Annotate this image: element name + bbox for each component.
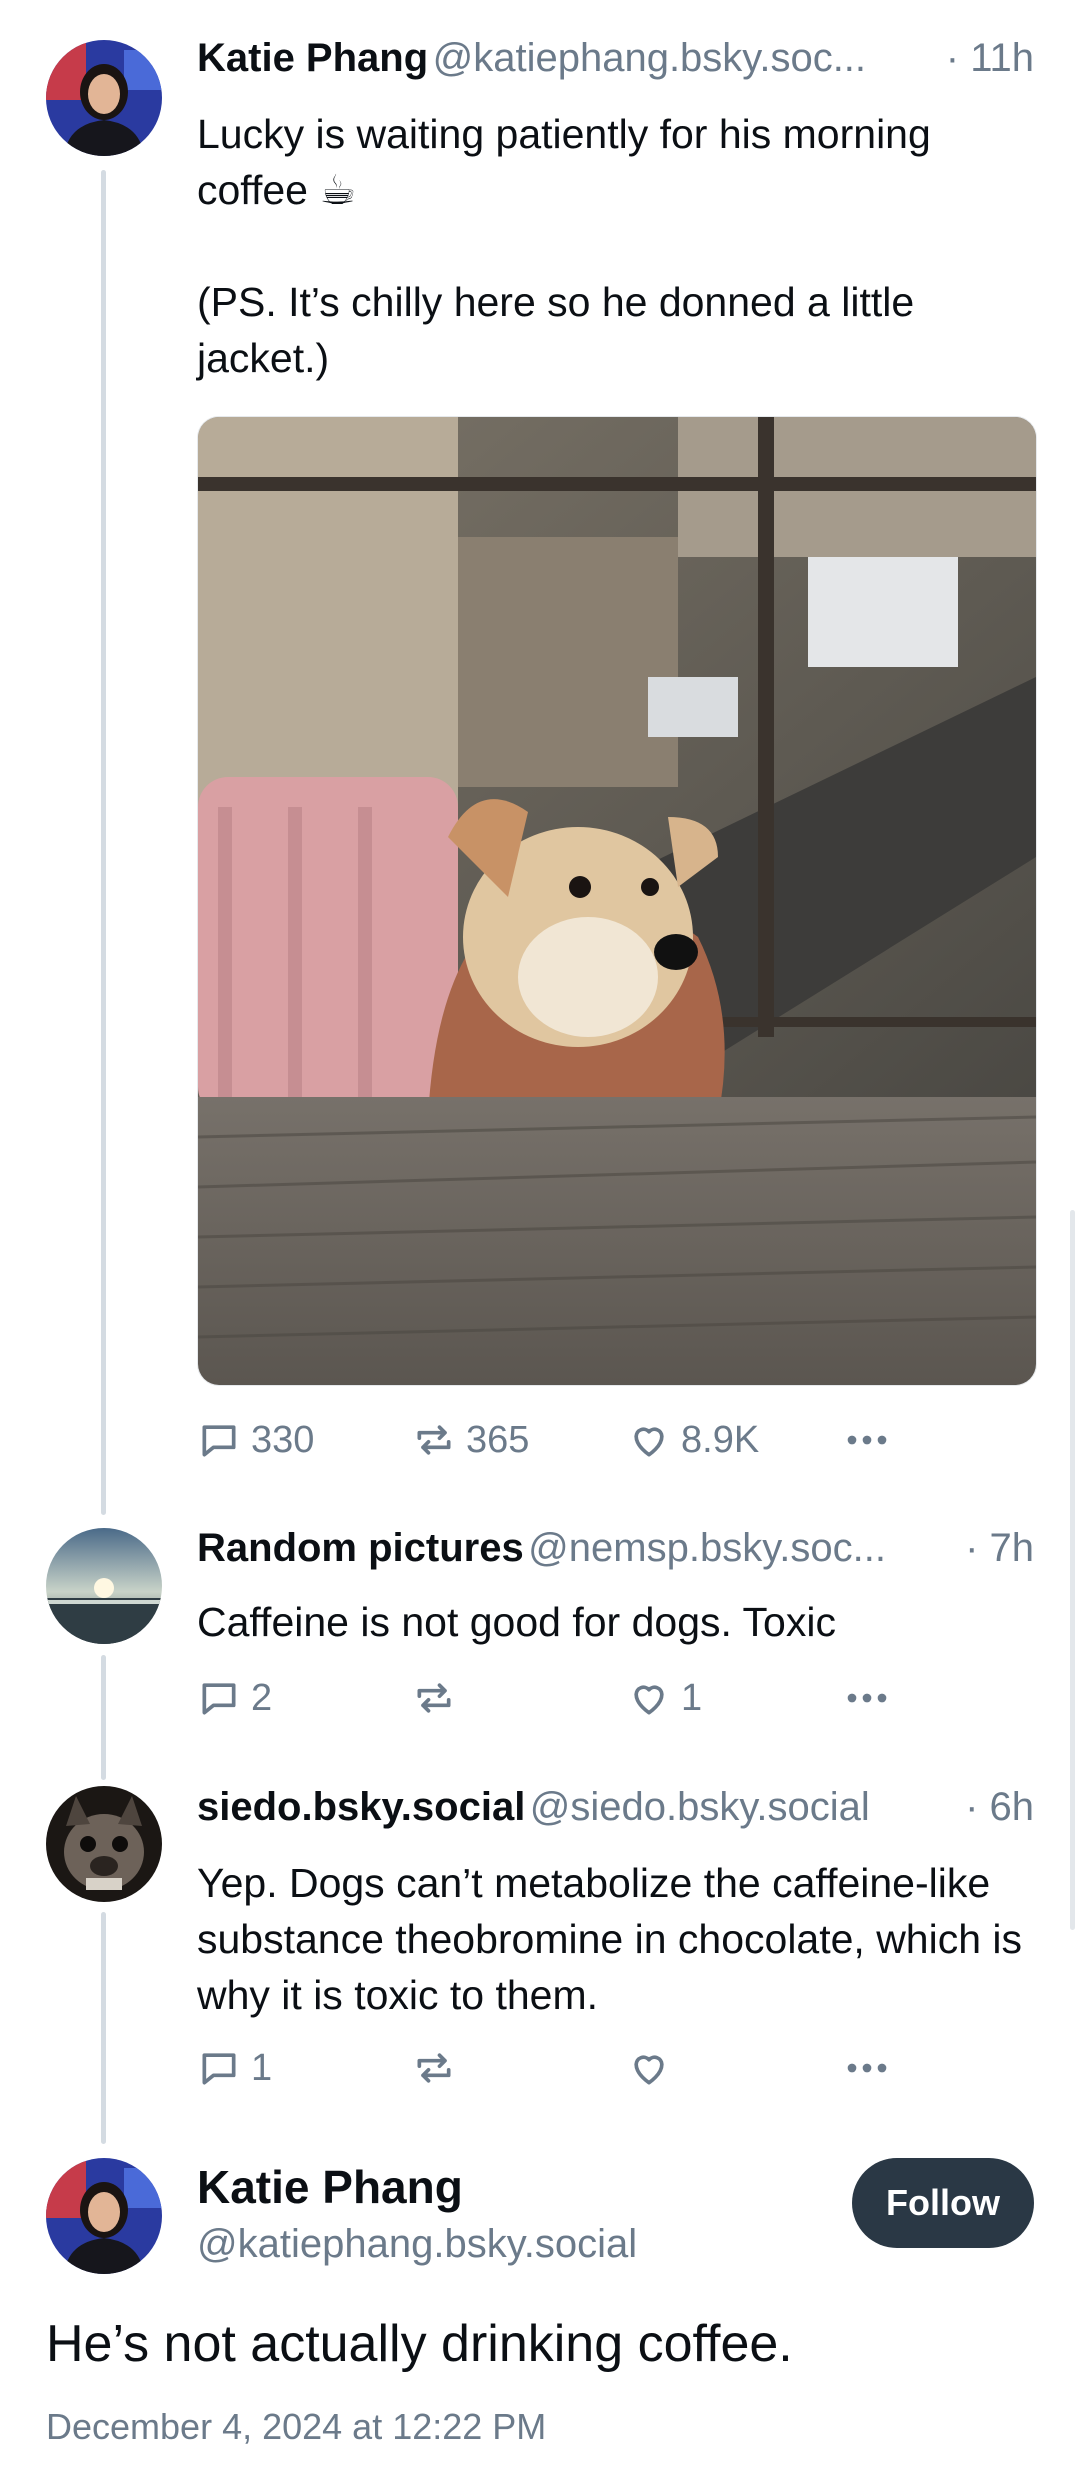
more-icon <box>847 2063 887 2073</box>
more-button[interactable] <box>842 1676 892 1720</box>
reply-button[interactable]: 330 <box>197 1418 412 1462</box>
thread-line <box>101 1912 106 2144</box>
author-name[interactable]: Katie Phang <box>197 36 428 80</box>
post-actions: 2 1 <box>197 1673 892 1723</box>
dog-photo <box>198 417 1036 1385</box>
post-timestamp: December 4, 2024 at 12:22 PM <box>46 2406 547 2447</box>
like-button[interactable]: 1 <box>627 1676 842 1720</box>
like-icon <box>634 2055 664 2085</box>
reply-count: 2 <box>251 1676 273 1719</box>
avatar[interactable] <box>46 1528 162 1644</box>
post-text: He’s not actually drinking coffee. <box>46 2315 793 2373</box>
author-name[interactable]: siedo.bsky.social <box>197 1785 525 1829</box>
repost-icon <box>417 1425 451 1455</box>
author-handle[interactable]: @katiephang.bsky.social <box>197 2222 637 2267</box>
more-button[interactable] <box>842 1418 892 1462</box>
like-count: 1 <box>681 1676 703 1719</box>
post-time[interactable]: · 11h <box>938 36 1034 81</box>
post-time[interactable]: · 7h <box>957 1526 1034 1571</box>
repost-button[interactable] <box>412 1676 627 1720</box>
thread-line <box>101 170 106 1515</box>
more-button[interactable] <box>842 2046 892 2090</box>
post-text: Caffeine is not good for dogs. Toxic <box>197 1599 836 1645</box>
reply-icon <box>202 1425 236 1457</box>
avatar[interactable] <box>46 2158 162 2274</box>
reply-count: 330 <box>251 1418 315 1461</box>
reply-icon <box>202 1683 236 1715</box>
post-image[interactable] <box>197 416 1037 1386</box>
author-handle[interactable]: @siedo.bsky.social <box>530 1785 870 1829</box>
author-name[interactable]: Random pictures <box>197 1526 524 1570</box>
like-icon <box>634 1427 664 1457</box>
repost-icon <box>417 2053 451 2083</box>
post-actions: 1 <box>197 2043 892 2093</box>
reply-button[interactable]: 2 <box>197 1676 412 1720</box>
like-button[interactable] <box>627 2046 842 2090</box>
reply-icon <box>202 2053 236 2085</box>
like-icon <box>634 1685 664 1715</box>
post-header: Katie Phang @katiephang.bsky.soc... · 11… <box>197 36 1034 81</box>
repost-button[interactable]: 365 <box>412 1418 627 1462</box>
post-time[interactable]: · 6h <box>957 1785 1034 1830</box>
follow-button[interactable]: Follow <box>852 2158 1034 2248</box>
post-actions: 330 365 8.9K <box>197 1415 892 1465</box>
more-icon <box>847 1435 887 1445</box>
post-text: (PS. It’s chilly here so he donned a lit… <box>197 279 926 381</box>
repost-icon <box>417 1683 451 1713</box>
like-button[interactable]: 8.9K <box>627 1418 842 1462</box>
repost-button[interactable] <box>412 2046 627 2090</box>
reply-count: 1 <box>251 2046 273 2089</box>
post-header: siedo.bsky.social @siedo.bsky.social · 6… <box>197 1785 1034 1830</box>
thread-line <box>101 1655 106 1780</box>
post-header: Random pictures @nemsp.bsky.soc... · 7h <box>197 1526 1034 1571</box>
like-count: 8.9K <box>681 1418 760 1461</box>
avatar[interactable] <box>46 40 162 156</box>
author-handle[interactable]: @katiephang.bsky.soc... <box>433 36 866 80</box>
repost-count: 365 <box>466 1418 530 1461</box>
scrollbar[interactable] <box>1070 1210 1075 1930</box>
more-icon <box>847 1693 887 1703</box>
author-handle[interactable]: @nemsp.bsky.soc... <box>528 1526 886 1570</box>
avatar[interactable] <box>46 1786 162 1902</box>
post-text: Yep. Dogs can’t metabolize the caffeine-… <box>197 1860 1034 2018</box>
reply-button[interactable]: 1 <box>197 2046 412 2090</box>
post-text: Lucky is waiting patiently for his morni… <box>197 111 943 213</box>
author-name[interactable]: Katie Phang <box>197 2160 463 2214</box>
